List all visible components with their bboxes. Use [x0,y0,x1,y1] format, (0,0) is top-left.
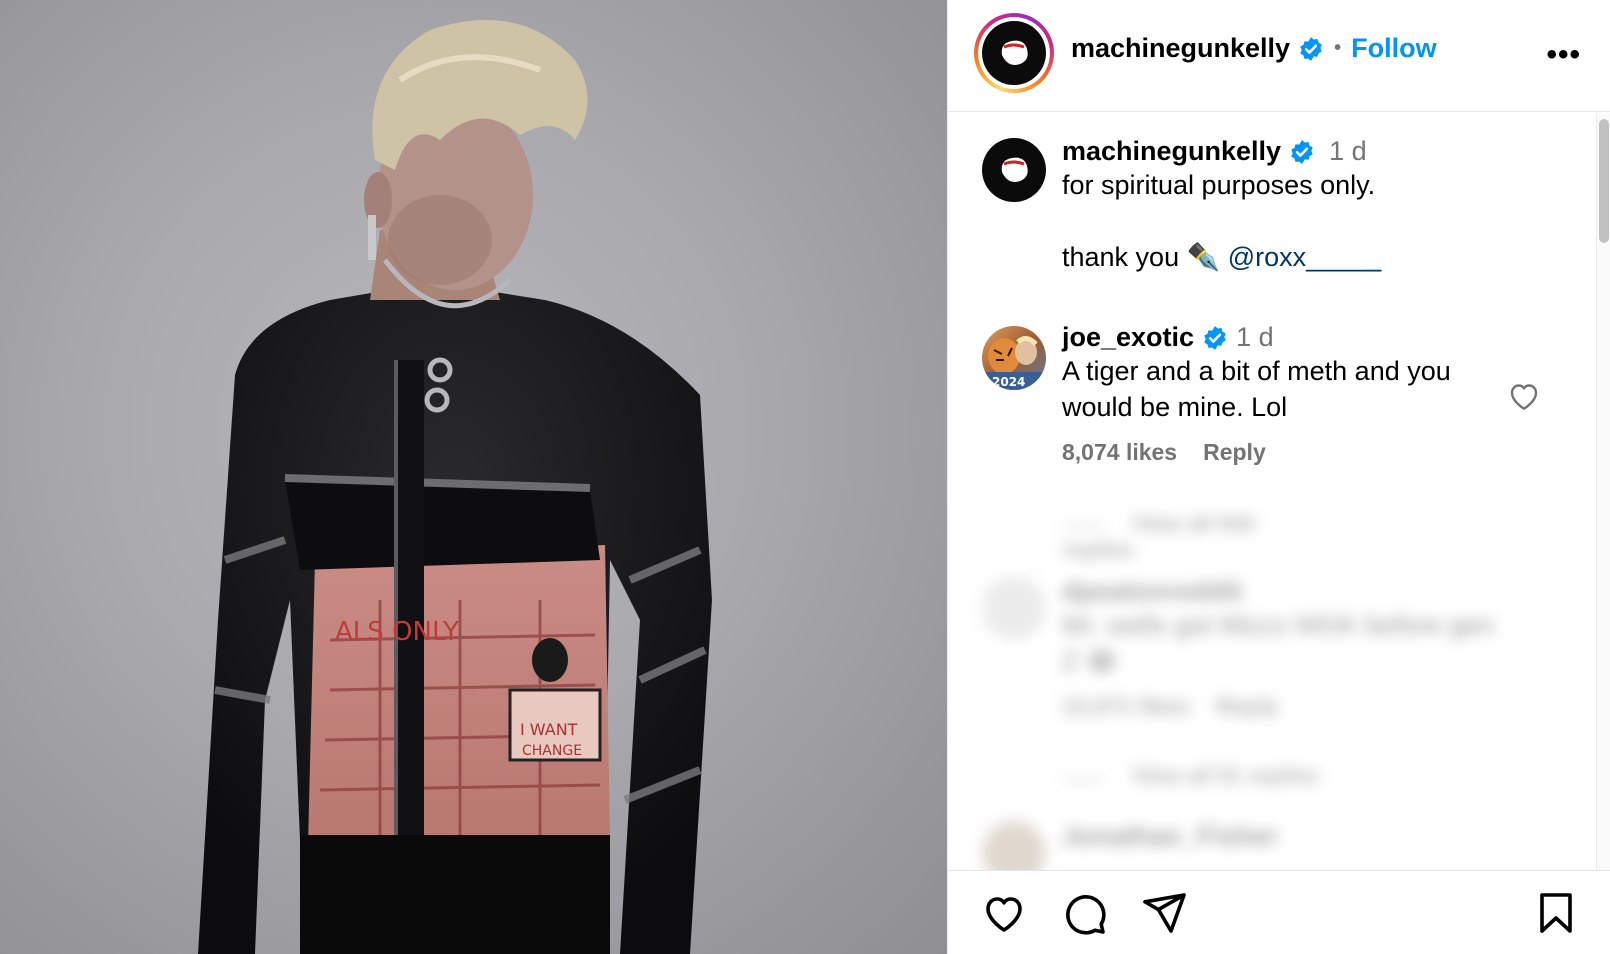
comment-meta: 8,074 likes Reply [1062,439,1502,466]
post-action-bar [948,870,1610,954]
more-options-icon[interactable]: ••• [1546,38,1581,72]
caption-avatar[interactable] [982,138,1046,202]
avatar-logo-icon [1001,157,1028,182]
paper-plane-icon[interactable] [1140,889,1188,937]
verified-badge-icon [1300,36,1322,61]
view-replies-1[interactable]: View all 543 replies [1063,511,1283,563]
comments-list[interactable]: machinegunkelly 1 d for spiritual purpos… [948,113,1610,870]
comment-text: A tiger and a bit of meth and you would … [1062,356,1451,422]
story-ring-avatar[interactable] [974,13,1054,93]
comment-reply-button[interactable]: Reply [1203,439,1266,466]
caption-thanks-text: thank you ✒️ [1062,242,1228,272]
svg-text:I WANT: I WANT [520,720,578,739]
avatar-badge-text: 2024 [992,375,1025,389]
avatar [982,21,1046,85]
header-user-row: machinegunkelly • Follow [1071,33,1437,64]
verified-badge-icon [1204,325,1226,350]
comment-time: 1 d [1236,322,1274,352]
svg-text:ALS ONLY: ALS ONLY [335,617,459,647]
verified-badge-icon [1291,139,1313,164]
caption-time: 1 d [1329,136,1367,166]
blurred-avatar [982,576,1046,640]
caption-username[interactable]: machinegunkelly [1062,136,1281,167]
post-side-panel: machinegunkelly • Follow ••• machinegunk… [947,0,1610,954]
svg-text:CHANGE: CHANGE [522,743,582,759]
post-header: machinegunkelly • Follow ••• [948,0,1610,112]
caption-mention-link[interactable]: @roxx_____ [1228,242,1382,272]
header-username[interactable]: machinegunkelly [1071,33,1290,64]
post-photo-illustration: I WANT CHANGE ALS ONLY [198,20,712,954]
scrollbar-thumb[interactable] [1599,119,1609,243]
caption-line-1: for spiritual purposes only. [1062,170,1376,200]
caption-line-2: thank you ✒️ @roxx_____ [1062,239,1502,275]
header-separator: • [1334,37,1342,59]
follow-button[interactable]: Follow [1351,33,1436,64]
comment-like-heart-icon[interactable] [1506,378,1542,414]
comment-avatar[interactable]: 2024 [982,326,1046,390]
bookmark-icon[interactable] [1532,889,1580,937]
comment-likes-count[interactable]: 8,074 likes [1062,439,1177,466]
view-replies-2[interactable]: View all 51 replies [1063,763,1323,789]
comments-scrollbar[interactable] [1596,113,1610,870]
heart-icon[interactable] [980,889,1028,937]
comment-bubble-icon[interactable] [1060,889,1108,937]
post-photo[interactable]: I WANT CHANGE ALS ONLY [0,0,947,954]
avatar-logo-icon [1001,40,1028,65]
tiger-avatar-icon: 2024 [982,336,1046,390]
comment-username[interactable]: joe_exotic [1062,322,1194,353]
